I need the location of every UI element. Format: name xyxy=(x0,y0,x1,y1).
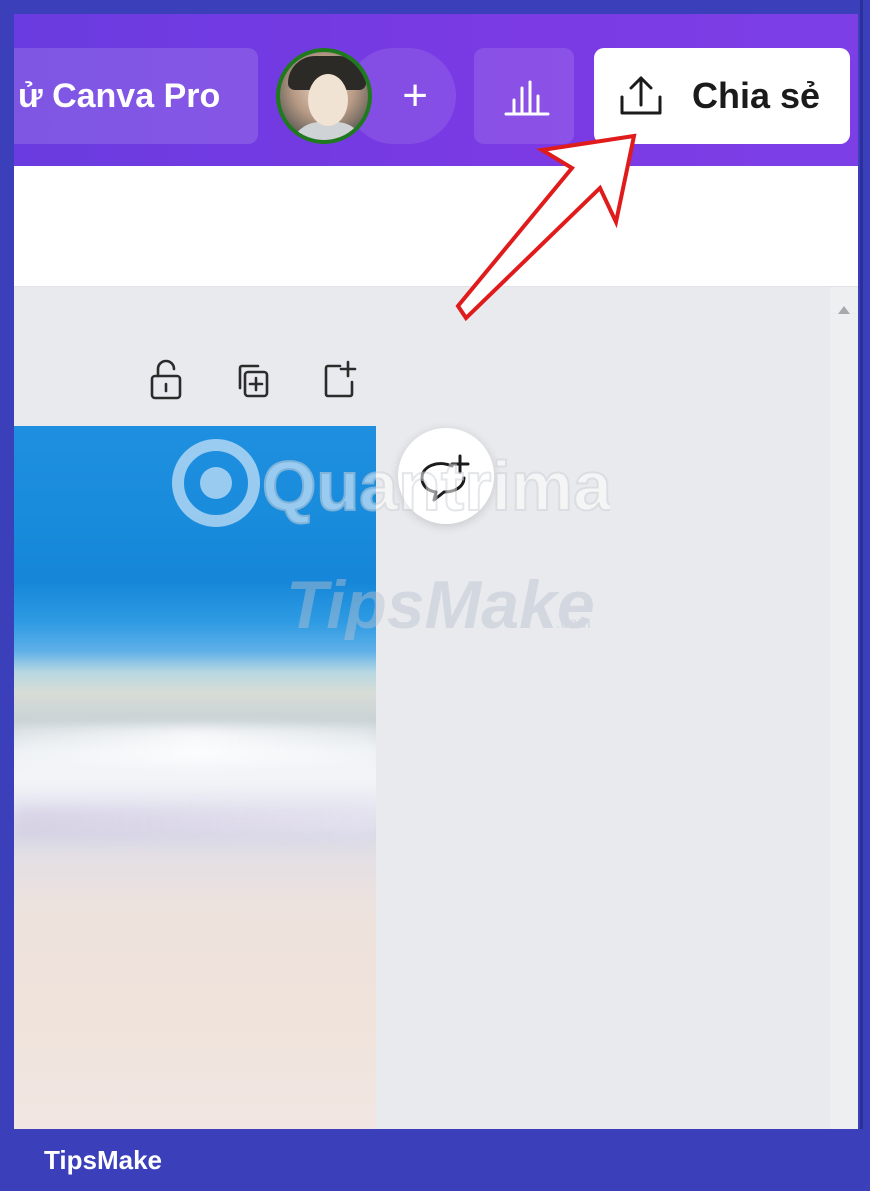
plus-icon: + xyxy=(402,71,428,120)
lock-icon[interactable] xyxy=(146,358,186,402)
tipsmake-watermark-text: TipsMake xyxy=(286,567,595,640)
collaborators: + xyxy=(276,48,456,144)
frame-border-top xyxy=(0,0,870,14)
tipsmake-footer-bar: TipsMake xyxy=(0,1129,870,1191)
editor-toolbar xyxy=(14,166,858,287)
tipsmake-watermark: TipsMake .com xyxy=(286,567,595,640)
quantrimang-watermark: Quantrimang xyxy=(172,439,610,527)
footer-brand: TipsMake xyxy=(44,1144,163,1175)
share-label: Chia sẻ xyxy=(692,75,821,116)
vertical-scrollbar[interactable] xyxy=(830,287,858,1129)
editor-header: ử Canva Pro + Chia sẻ xyxy=(14,14,858,166)
add-page-icon[interactable] xyxy=(320,358,360,402)
try-canva-pro-button[interactable]: ử Canva Pro xyxy=(14,48,258,144)
red-arrow-annotation xyxy=(455,133,637,322)
try-canva-pro-label: ử Canva Pro xyxy=(18,76,221,115)
frame-border-right xyxy=(858,0,870,1191)
scroll-up-arrow-icon[interactable] xyxy=(838,306,850,314)
duplicate-page-icon[interactable] xyxy=(232,358,272,402)
quantrimang-text: Quantrimang xyxy=(262,447,610,525)
upload-share-icon xyxy=(620,76,662,115)
user-avatar[interactable] xyxy=(276,48,372,144)
tipsmake-watermark-suffix: .com xyxy=(556,615,591,632)
frame-border-left xyxy=(0,0,14,1191)
screenshot-frame: ử Canva Pro + Chia sẻ Quantrima TipsMake… xyxy=(0,0,870,1191)
